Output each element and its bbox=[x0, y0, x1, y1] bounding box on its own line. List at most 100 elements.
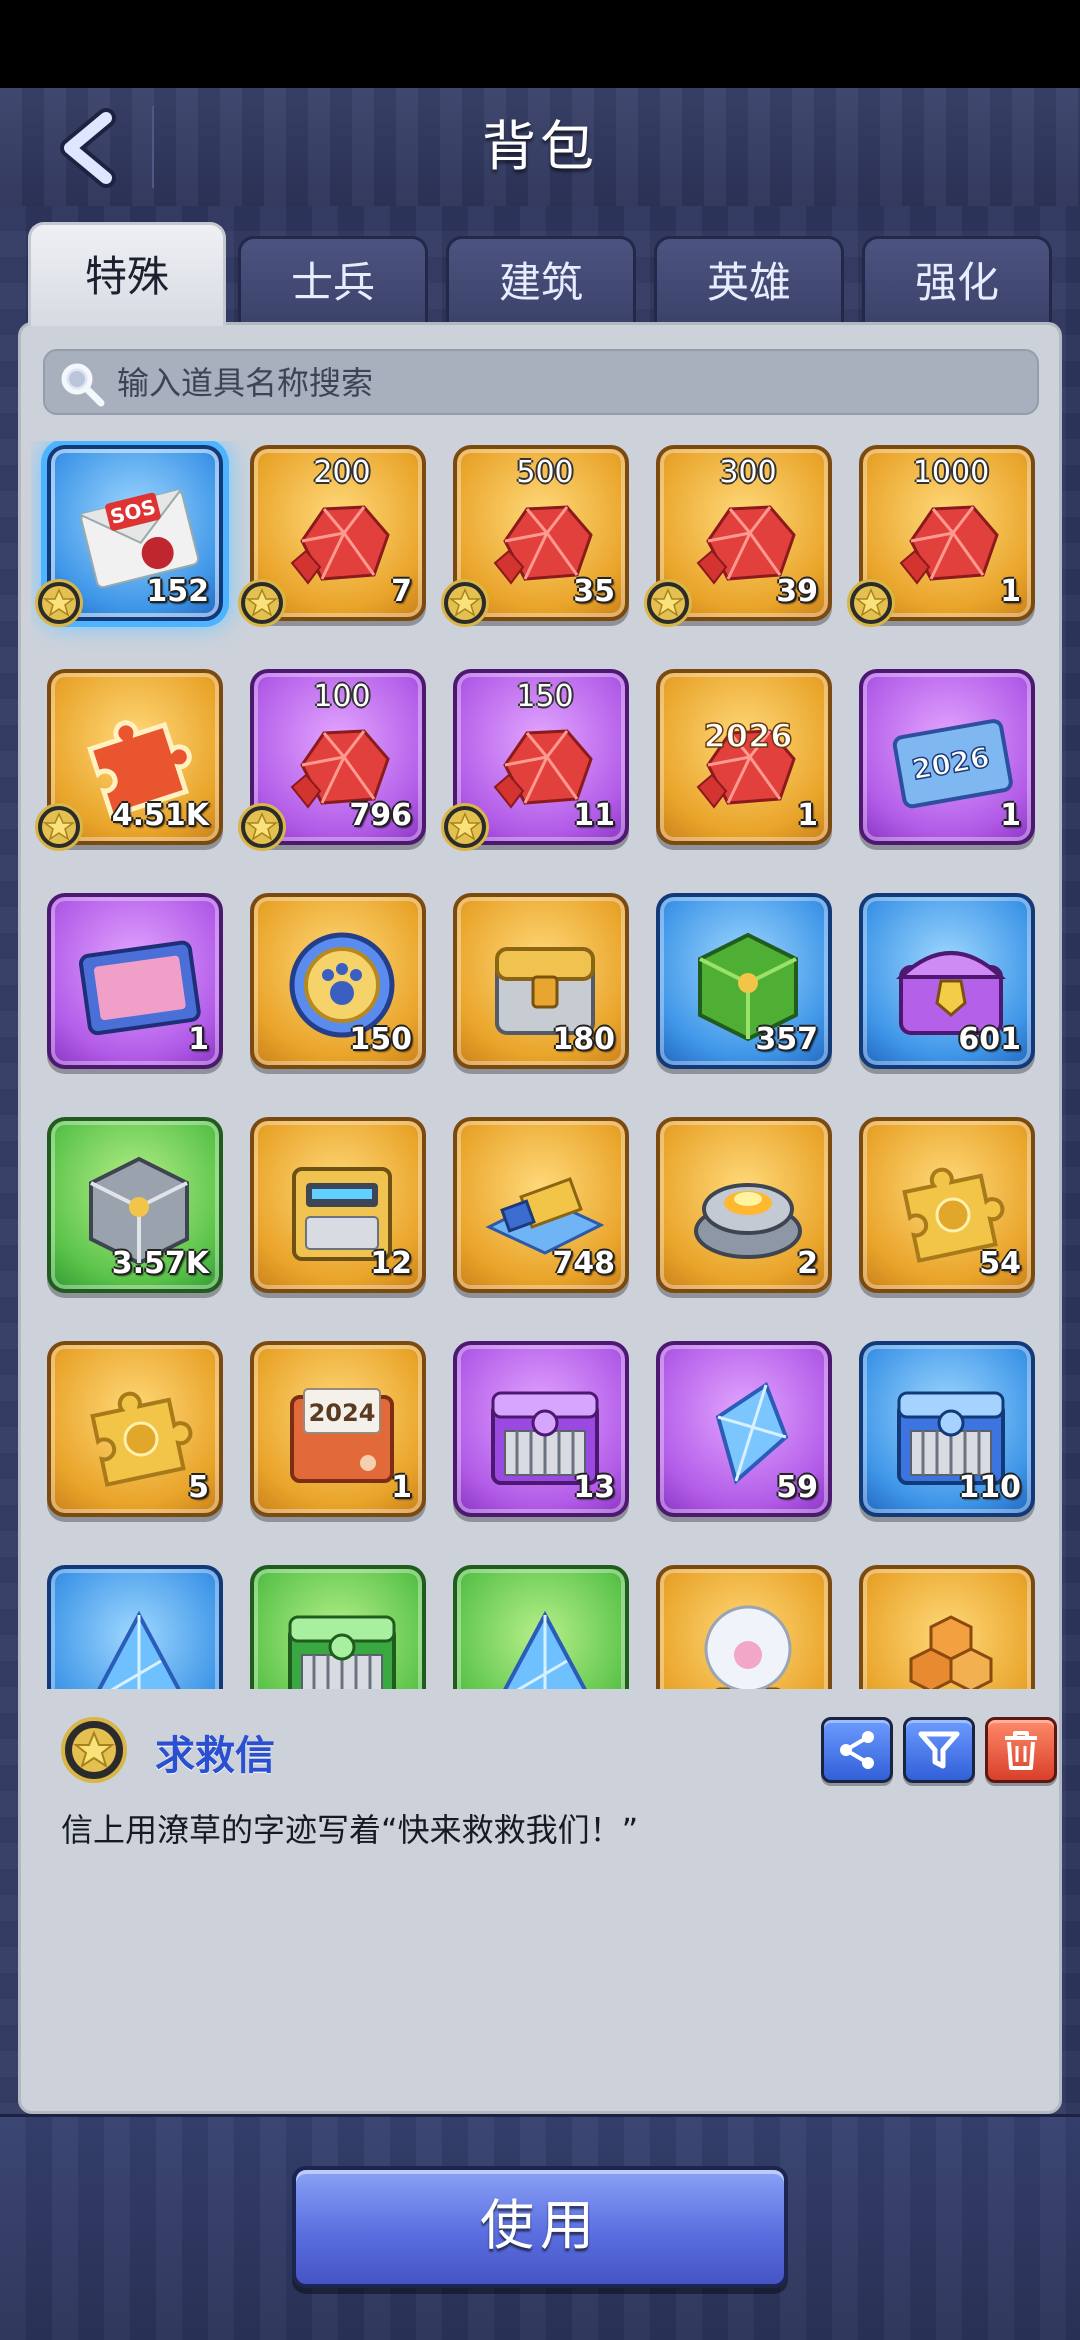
item-amount-label: 300 bbox=[719, 455, 777, 490]
page-title: 背包 bbox=[482, 115, 598, 178]
delete-button[interactable] bbox=[985, 1717, 1057, 1783]
item-slot[interactable]: 2026 1 bbox=[859, 669, 1035, 845]
item-slot[interactable]: 748 bbox=[453, 1117, 629, 1293]
star-icon bbox=[72, 1728, 116, 1772]
prism-icon bbox=[475, 1591, 615, 1689]
search-bar bbox=[43, 349, 1039, 415]
item-slot[interactable] bbox=[250, 1565, 426, 1689]
item-count: 39 bbox=[776, 574, 818, 609]
item-slot[interactable]: 2026 1 bbox=[656, 669, 832, 845]
item-tile: 5 bbox=[47, 1341, 223, 1517]
globe-icon bbox=[678, 1591, 818, 1689]
item-slot[interactable]: 601 bbox=[859, 893, 1035, 1069]
item-amount-label: 150 bbox=[516, 679, 574, 714]
item-count: 3.57K bbox=[111, 1246, 209, 1281]
item-slot[interactable]: 2024 1 bbox=[250, 1341, 426, 1517]
item-count: 59 bbox=[776, 1470, 818, 1505]
item-slot[interactable]: 500 35 bbox=[441, 445, 629, 627]
item-tile: 2026 1 bbox=[656, 669, 832, 845]
item-slot[interactable]: 1 bbox=[47, 893, 223, 1069]
tab-heroes[interactable]: 英雄 bbox=[654, 236, 844, 324]
top-bar: 背包 bbox=[0, 88, 1080, 209]
tab-soldiers[interactable]: 士兵 bbox=[238, 236, 428, 324]
item-slot[interactable] bbox=[453, 1565, 629, 1689]
prism-icon bbox=[69, 1591, 209, 1689]
item-count: 152 bbox=[146, 574, 209, 609]
item-tile: 180 bbox=[453, 893, 629, 1069]
tab-bar: 特殊 士兵 建筑 英雄 强化 bbox=[28, 222, 1058, 326]
item-slot[interactable] bbox=[859, 1565, 1035, 1689]
item-slot[interactable]: 300 39 bbox=[644, 445, 832, 627]
share-icon bbox=[840, 1731, 874, 1769]
item-slot[interactable]: 150 bbox=[250, 893, 426, 1069]
search-icon bbox=[61, 363, 105, 407]
item-count: 12 bbox=[370, 1246, 412, 1281]
tab-special[interactable]: 特殊 bbox=[28, 222, 226, 326]
item-count: 4.51K bbox=[111, 798, 209, 833]
item-slot[interactable]: 200 7 bbox=[238, 445, 426, 627]
item-slot[interactable]: 357 bbox=[656, 893, 832, 1069]
item-tile: 357 bbox=[656, 893, 832, 1069]
item-slot[interactable]: 4.51K bbox=[35, 669, 223, 851]
star-badge-icon bbox=[441, 579, 489, 627]
item-tile: 59 bbox=[656, 1341, 832, 1517]
item-tile: 748 bbox=[453, 1117, 629, 1293]
item-amount-label: 500 bbox=[516, 455, 574, 490]
share-button[interactable] bbox=[821, 1717, 893, 1783]
item-slot[interactable]: SOS 152 bbox=[35, 445, 223, 627]
item-slot[interactable]: 150 11 bbox=[441, 669, 629, 851]
svg-text:2024: 2024 bbox=[309, 1399, 376, 1427]
item-tile: 13 bbox=[453, 1341, 629, 1517]
item-count: 11 bbox=[573, 798, 615, 833]
item-count: 150 bbox=[349, 1022, 412, 1057]
item-detail-header: 求救信 bbox=[61, 1717, 1057, 1789]
item-tile: 1 bbox=[47, 893, 223, 1069]
item-slot[interactable]: 110 bbox=[859, 1341, 1035, 1517]
item-tile: 3.57K bbox=[47, 1117, 223, 1293]
item-slot[interactable]: 1000 1 bbox=[847, 445, 1035, 627]
trash-icon bbox=[1005, 1731, 1037, 1770]
item-tile: 54 bbox=[859, 1117, 1035, 1293]
item-count: 7 bbox=[391, 574, 412, 609]
tab-buildings[interactable]: 建筑 bbox=[446, 236, 636, 324]
item-slot[interactable]: 12 bbox=[250, 1117, 426, 1293]
use-button[interactable]: 使用 bbox=[292, 2166, 788, 2288]
item-tile: 601 bbox=[859, 893, 1035, 1069]
item-slot[interactable] bbox=[656, 1565, 832, 1689]
item-tile bbox=[453, 1565, 629, 1689]
item-count: 54 bbox=[979, 1246, 1021, 1281]
item-slot[interactable]: 5 bbox=[47, 1341, 223, 1517]
search-input[interactable] bbox=[115, 357, 1019, 409]
item-count: 35 bbox=[573, 574, 615, 609]
item-count: 1 bbox=[1000, 798, 1021, 833]
item-slot[interactable]: 54 bbox=[859, 1117, 1035, 1293]
inventory-panel: SOS15220075003530039100014.51K1007961501… bbox=[18, 322, 1062, 2114]
item-slot[interactable] bbox=[47, 1565, 223, 1689]
item-tile: 2 bbox=[656, 1117, 832, 1293]
star-badge-icon bbox=[644, 579, 692, 627]
item-slot[interactable]: 180 bbox=[453, 893, 629, 1069]
filter-button[interactable] bbox=[903, 1717, 975, 1783]
star-badge-icon bbox=[238, 579, 286, 627]
tab-enhance[interactable]: 强化 bbox=[862, 236, 1052, 324]
item-name: 求救信 bbox=[155, 1733, 275, 1779]
status-bar bbox=[0, 0, 1080, 88]
item-count: 1 bbox=[188, 1022, 209, 1057]
star-badge-icon bbox=[35, 579, 83, 627]
item-amount-label: 1000 bbox=[912, 455, 990, 490]
item-amount-label: 200 bbox=[313, 455, 371, 490]
item-tile: 2024 1 bbox=[250, 1341, 426, 1517]
item-slot[interactable]: 13 bbox=[453, 1341, 629, 1517]
item-count: 357 bbox=[755, 1022, 818, 1057]
item-slot[interactable]: 3.57K bbox=[47, 1117, 223, 1293]
item-tile: 110 bbox=[859, 1341, 1035, 1517]
item-slot[interactable]: 2 bbox=[656, 1117, 832, 1293]
item-count: 796 bbox=[349, 798, 412, 833]
item-tile: 150 bbox=[250, 893, 426, 1069]
item-slot[interactable]: 100 796 bbox=[238, 669, 426, 851]
item-count: 1 bbox=[797, 798, 818, 833]
item-grid[interactable]: SOS 152 200 7 500 35 300 39 1000 1 4.51K 100 796 150 1… bbox=[31, 441, 1055, 1689]
star-badge-icon bbox=[441, 803, 489, 851]
item-tile: 2026 1 bbox=[859, 669, 1035, 845]
item-slot[interactable]: 59 bbox=[656, 1341, 832, 1517]
